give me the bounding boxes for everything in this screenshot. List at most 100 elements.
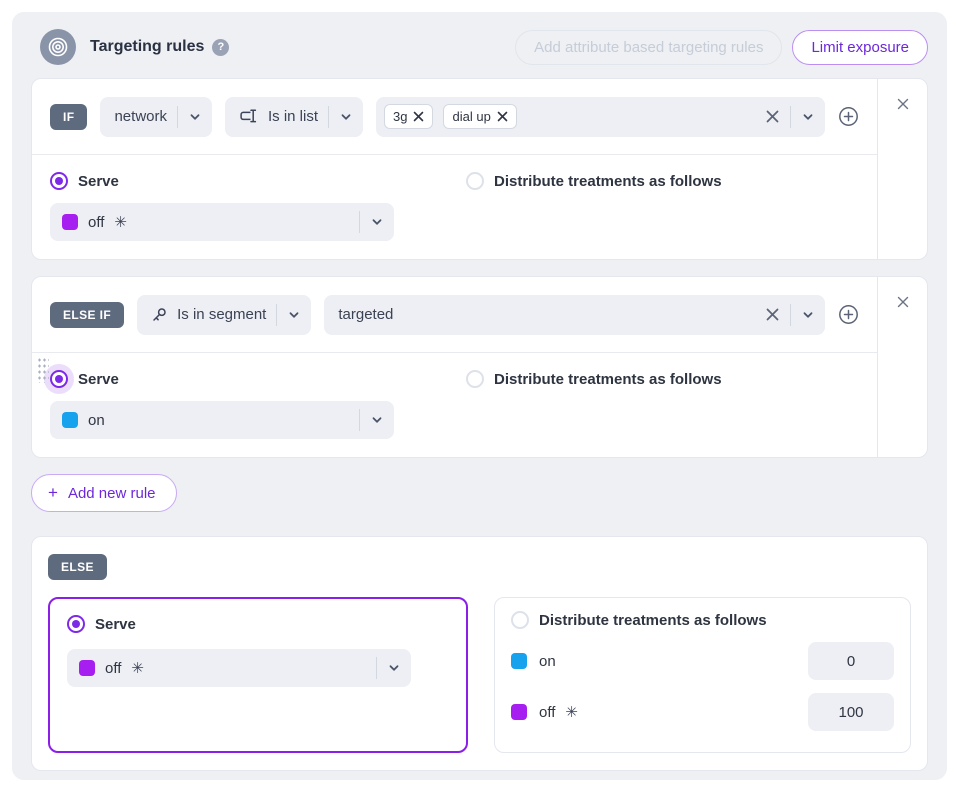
serve-label: Serve (78, 173, 119, 190)
treatment-color-swatch (511, 653, 527, 669)
rule-side-column (877, 79, 927, 259)
serve-option[interactable]: Serve (50, 370, 466, 388)
rule-side-column (877, 277, 927, 457)
serve-panel-selected[interactable]: Serve off ✳ (48, 597, 468, 753)
chevron-down-icon[interactable] (801, 110, 815, 124)
chevron-down-icon[interactable] (287, 308, 301, 322)
serve-radio-selected[interactable] (50, 172, 68, 190)
value-chip: 3g (384, 104, 433, 129)
treatment-color-swatch (62, 214, 78, 230)
clear-values-icon[interactable] (765, 109, 780, 124)
distribute-row: on (511, 642, 894, 680)
matcher-value: Is in segment (177, 306, 266, 323)
serve-option[interactable]: Serve (67, 615, 449, 633)
page-title: Targeting rules (90, 38, 204, 56)
distribute-label: Distribute treatments as follows (494, 173, 722, 190)
targeting-rules-panel: Targeting rules ? Add attribute based ta… (12, 12, 947, 780)
add-condition-icon[interactable] (838, 106, 859, 127)
treatment-name: off (88, 214, 104, 231)
matcher-dropdown[interactable]: Is in list (225, 97, 363, 137)
rule-card-else-if: ELSE IF Is in segment targe (31, 276, 928, 458)
distribute-option[interactable]: Distribute treatments as follows (511, 611, 894, 629)
treatment-color-swatch (62, 412, 78, 428)
else-badge: ELSE (48, 554, 107, 580)
serve-options-row: Serve Distribute treatments as follows (32, 353, 877, 388)
condition-row: IF network Is in list (32, 79, 877, 155)
distribute-label: Distribute treatments as follows (539, 612, 767, 629)
attribute-value: network (114, 108, 167, 125)
chip-label: dial up (452, 109, 490, 124)
matcher-dropdown[interactable]: Is in segment (137, 295, 311, 335)
delete-rule-icon[interactable] (897, 295, 909, 309)
distribute-row: off ✳ (511, 693, 894, 731)
treatment-name: off (105, 660, 121, 677)
serve-option[interactable]: Serve (50, 172, 466, 190)
distribute-radio-unselected[interactable] (511, 611, 529, 629)
remove-chip-icon[interactable] (497, 111, 508, 122)
clear-segment-icon[interactable] (765, 307, 780, 322)
divider (790, 106, 791, 128)
chip-label: 3g (393, 109, 407, 124)
distribute-option[interactable]: Distribute treatments as follows (466, 172, 722, 190)
add-attribute-rules-button[interactable]: Add attribute based targeting rules (515, 30, 782, 65)
distribute-panel[interactable]: Distribute treatments as follows on off … (494, 597, 911, 753)
else-rule-card: ELSE Serve off ✳ (31, 536, 928, 771)
divider (359, 409, 360, 431)
chevron-down-icon[interactable] (188, 110, 202, 124)
treatment-name: off (539, 704, 555, 721)
values-multiselect[interactable]: 3g dial up (376, 97, 825, 137)
segment-value: targeted (338, 306, 393, 323)
target-icon (40, 29, 76, 65)
default-treatment-marker: ✳ (565, 703, 578, 721)
treatment-color-swatch (79, 660, 95, 676)
default-treatment-marker: ✳ (114, 213, 127, 231)
remove-chip-icon[interactable] (413, 111, 424, 122)
plus-icon: + (48, 483, 58, 503)
add-condition-icon[interactable] (838, 304, 859, 325)
serve-label: Serve (95, 616, 136, 633)
drag-handle[interactable] (37, 357, 49, 383)
serve-label: Serve (78, 371, 119, 388)
distribute-radio-unselected[interactable] (466, 370, 484, 388)
divider (359, 211, 360, 233)
treatment-name: on (88, 412, 105, 429)
condition-row: ELSE IF Is in segment targe (32, 277, 877, 353)
treatment-dropdown[interactable]: off ✳ (67, 649, 411, 687)
treatment-percentage-input[interactable] (808, 642, 894, 680)
treatment-dropdown[interactable]: on (50, 401, 394, 439)
treatment-percentage-input[interactable] (808, 693, 894, 731)
divider (276, 304, 277, 326)
add-new-rule-button[interactable]: + Add new rule (31, 474, 177, 512)
else-if-badge: ELSE IF (50, 302, 124, 328)
segment-key-icon (151, 307, 167, 323)
add-new-rule-label: Add new rule (68, 485, 156, 502)
chevron-down-icon[interactable] (339, 110, 353, 124)
segment-select[interactable]: targeted (324, 295, 825, 335)
serve-radio-selected[interactable] (50, 370, 68, 388)
distribute-label: Distribute treatments as follows (494, 371, 722, 388)
serve-options-row: Serve Distribute treatments as follows (32, 155, 877, 190)
chevron-down-icon[interactable] (370, 215, 384, 229)
serve-radio-selected[interactable] (67, 615, 85, 633)
rule-card-if: IF network Is in list (31, 78, 928, 260)
divider (790, 304, 791, 326)
if-badge: IF (50, 104, 87, 130)
divider (177, 106, 178, 128)
limit-exposure-button[interactable]: Limit exposure (792, 30, 928, 65)
chevron-down-icon[interactable] (387, 661, 401, 675)
distribute-option[interactable]: Distribute treatments as follows (466, 370, 722, 388)
string-type-icon (239, 109, 258, 124)
chevron-down-icon[interactable] (801, 308, 815, 322)
treatment-dropdown[interactable]: off ✳ (50, 203, 394, 241)
header: Targeting rules ? Add attribute based ta… (31, 28, 928, 66)
delete-rule-icon[interactable] (897, 97, 909, 111)
matcher-value: Is in list (268, 108, 318, 125)
treatment-color-swatch (511, 704, 527, 720)
divider (376, 657, 377, 679)
distribute-radio-unselected[interactable] (466, 172, 484, 190)
divider (328, 106, 329, 128)
attribute-dropdown[interactable]: network (100, 97, 212, 137)
help-icon[interactable]: ? (212, 39, 229, 56)
treatment-name: on (539, 653, 556, 670)
chevron-down-icon[interactable] (370, 413, 384, 427)
